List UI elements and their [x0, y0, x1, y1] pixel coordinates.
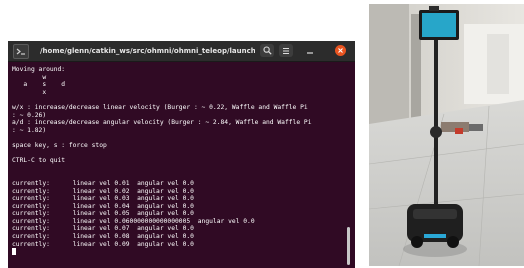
output-line: space key, s : force stop [12, 141, 107, 149]
output-line: currently: linear vel 0.05 angular vel 0… [12, 210, 194, 218]
menu-button[interactable] [279, 44, 293, 57]
output-line: : ~ 0.26) [12, 111, 47, 119]
output-line: w [12, 73, 47, 81]
output-line: a/d : increase/decrease angular velocity… [12, 119, 312, 127]
output-line: currently: linear vel 0.08 angular vel 0… [12, 233, 194, 241]
minimize-button[interactable] [303, 44, 317, 57]
output-line: w/x : increase/decrease linear velocity … [12, 103, 308, 111]
minimize-icon [307, 51, 313, 54]
output-line: currently: linear vel 0.07 angular vel 0… [12, 225, 194, 233]
close-icon [338, 48, 343, 53]
close-button[interactable] [335, 45, 346, 56]
output-line: currently: linear vel 0.0600000000000000… [12, 217, 255, 225]
terminal-output[interactable]: Moving around: w a s d x w/x : increase/… [12, 66, 342, 264]
terminal-title: /home/glenn/catkin_ws/src/ohmni/ohmni_te… [40, 47, 255, 55]
output-line: x [12, 88, 47, 96]
output-line: Moving around: [12, 66, 66, 73]
output-line: currently: linear vel 0.01 angular vel 0… [12, 179, 194, 187]
terminal-scrollbar[interactable] [347, 227, 350, 265]
output-line: CTRL-C to quit [12, 157, 66, 165]
output-line: : ~ 1.82) [12, 126, 47, 134]
output-line: currently: linear vel 0.04 angular vel 0… [12, 202, 194, 210]
search-icon [262, 46, 272, 55]
hamburger-menu-icon [283, 47, 289, 54]
output-line: currently: linear vel 0.03 angular vel 0… [12, 195, 194, 203]
terminal-window[interactable]: /home/glenn/catkin_ws/src/ohmni/ohmni_te… [8, 41, 355, 268]
output-line: currently: linear vel 0.09 angular vel 0… [12, 240, 194, 248]
search-button[interactable] [260, 44, 274, 57]
terminal-icon[interactable] [13, 44, 29, 59]
terminal-titlebar[interactable]: /home/glenn/catkin_ws/src/ohmni/ohmni_te… [8, 41, 355, 62]
robot-photo [369, 4, 524, 266]
output-line: currently: linear vel 0.02 angular vel 0… [12, 187, 194, 195]
output-line: a s d [12, 81, 66, 89]
text-cursor [12, 248, 16, 256]
